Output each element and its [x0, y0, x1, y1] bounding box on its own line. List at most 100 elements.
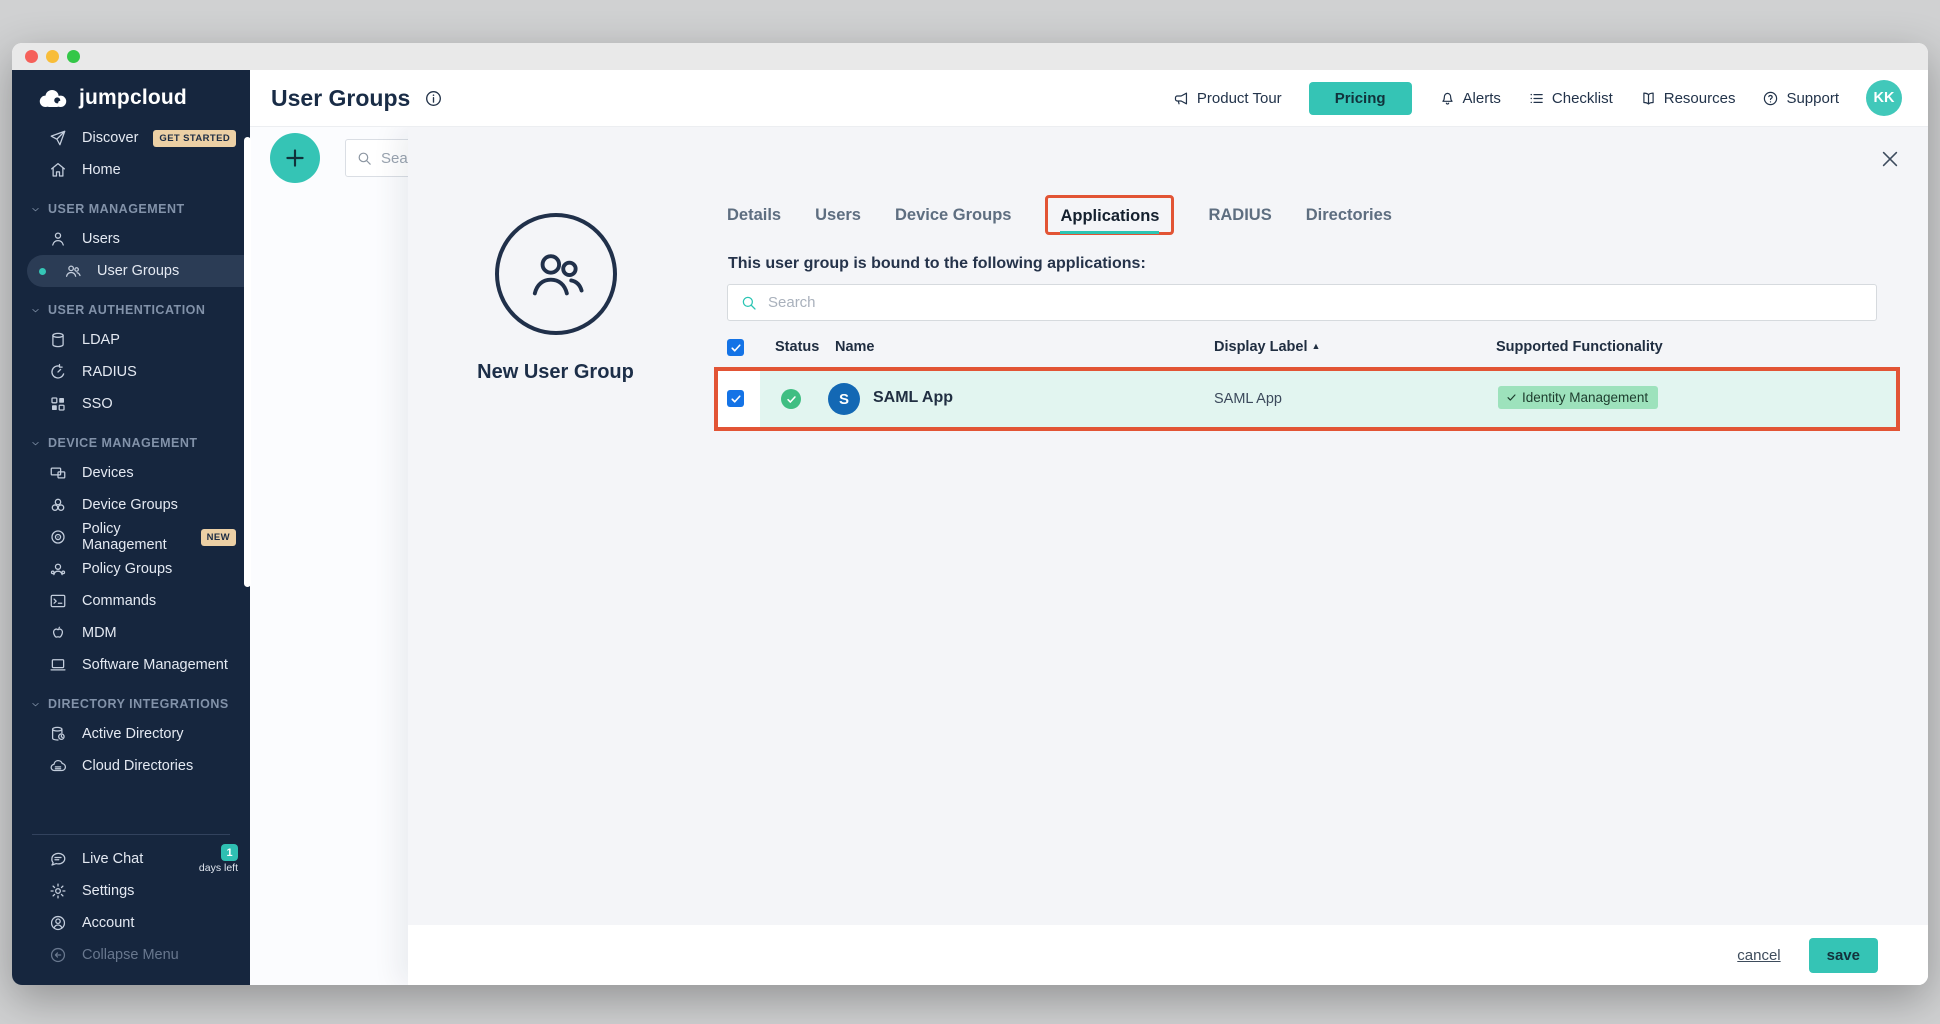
row-checkbox[interactable] — [727, 390, 744, 407]
applications-search-input[interactable] — [768, 294, 1864, 311]
check-icon — [730, 393, 742, 405]
sidebar-item-radius[interactable]: RADIUS — [12, 356, 250, 388]
checklist-button[interactable]: Checklist — [1528, 90, 1613, 107]
policy-groups-icon — [49, 560, 67, 578]
section-user-management[interactable]: USER MANAGEMENT — [12, 186, 250, 223]
sidebar-item-mdm[interactable]: MDM — [12, 617, 250, 649]
sidebar-item-label: Commands — [82, 593, 156, 609]
add-user-group-button[interactable] — [270, 133, 320, 183]
column-header-status[interactable]: Status — [775, 339, 819, 355]
sidebar-item-policy-management[interactable]: Policy Management NEW — [12, 521, 250, 553]
product-tour-button[interactable]: Product Tour — [1173, 90, 1282, 107]
close-icon[interactable] — [1879, 148, 1901, 170]
checklist-label: Checklist — [1552, 90, 1613, 107]
apple-icon — [49, 624, 67, 642]
sidebar-item-commands[interactable]: Commands — [12, 585, 250, 617]
page-title: User Groups — [271, 85, 410, 112]
terminal-icon — [49, 592, 67, 610]
group-identity: New User Group — [428, 213, 683, 384]
alerts-button[interactable]: Alerts — [1439, 90, 1501, 107]
minimize-window-button[interactable] — [46, 50, 59, 63]
device-groups-icon — [49, 496, 67, 514]
sidebar-item-ldap[interactable]: LDAP — [12, 324, 250, 356]
tab-radius[interactable]: RADIUS — [1208, 206, 1271, 225]
sidebar-item-account[interactable]: Account — [12, 907, 250, 939]
app-window: jumpcloud Discover GET STARTED Home US — [12, 43, 1928, 985]
jumpcloud-logo[interactable]: jumpcloud — [12, 70, 250, 122]
pricing-button[interactable]: Pricing — [1309, 82, 1412, 115]
alerts-label: Alerts — [1463, 90, 1501, 107]
section-user-authentication[interactable]: USER AUTHENTICATION — [12, 287, 250, 324]
tab-directories[interactable]: Directories — [1306, 206, 1392, 225]
sidebar-item-label: SSO — [82, 396, 113, 412]
close-window-button[interactable] — [25, 50, 38, 63]
column-header-name[interactable]: Name — [835, 339, 875, 355]
save-button[interactable]: save — [1809, 938, 1878, 973]
chevron-down-icon — [30, 699, 41, 710]
panel-footer: cancel save — [408, 925, 1928, 985]
sidebar-item-home[interactable]: Home — [12, 154, 250, 186]
column-header-supported-functionality[interactable]: Supported Functionality — [1496, 339, 1663, 355]
check-icon — [786, 394, 797, 405]
select-all-checkbox[interactable] — [727, 339, 744, 356]
application-row-saml-app[interactable]: S SAML App SAML App Identity Management — [714, 367, 1900, 431]
sidebar-item-label: Software Management — [82, 657, 228, 673]
user-avatar[interactable]: KK — [1866, 80, 1902, 116]
sidebar-item-users[interactable]: Users — [12, 223, 250, 255]
sidebar-item-cloud-directories[interactable]: Cloud Directories — [12, 750, 250, 782]
sidebar-item-label: Settings — [82, 883, 134, 899]
support-button[interactable]: Support — [1762, 90, 1839, 107]
book-icon — [1640, 90, 1657, 107]
cancel-button[interactable]: cancel — [1737, 947, 1780, 964]
tab-users[interactable]: Users — [815, 206, 861, 225]
resources-label: Resources — [1664, 90, 1736, 107]
sidebar-item-live-chat[interactable]: Live Chat 1 days left — [12, 843, 250, 875]
annotation-box-applications: Applications — [1045, 195, 1174, 235]
sidebar-item-sso[interactable]: SSO — [12, 388, 250, 420]
column-header-display-label[interactable]: Display Label▲ — [1214, 339, 1320, 355]
section-directory-integrations[interactable]: DIRECTORY INTEGRATIONS — [12, 681, 250, 718]
checklist-icon — [1528, 90, 1545, 107]
window-titlebar — [12, 43, 1928, 70]
cloud-directories-icon — [49, 757, 67, 775]
product-tour-label: Product Tour — [1197, 90, 1282, 107]
check-icon — [1506, 392, 1517, 403]
laptop-icon — [49, 656, 67, 674]
tab-details[interactable]: Details — [727, 206, 781, 225]
sidebar-item-settings[interactable]: Settings — [12, 875, 250, 907]
user-group-icon — [525, 243, 587, 305]
sidebar-item-policy-groups[interactable]: Policy Groups — [12, 553, 250, 585]
sidebar-item-label: MDM — [82, 625, 117, 641]
sidebar-item-device-groups[interactable]: Device Groups — [12, 489, 250, 521]
tab-device-groups[interactable]: Device Groups — [895, 206, 1011, 225]
sidebar-item-label: Device Groups — [82, 497, 178, 513]
days-left-label: days left — [199, 862, 238, 874]
header-actions: Product Tour Pricing Alerts Checklist — [1173, 80, 1902, 116]
sidebar-item-software-management[interactable]: Software Management — [12, 649, 250, 681]
tab-applications[interactable]: Applications — [1060, 207, 1159, 234]
group-name: New User Group — [428, 361, 683, 384]
page-scrollbar[interactable] — [244, 137, 251, 587]
sidebar-nav: Discover GET STARTED Home USER MANAGEMEN… — [12, 122, 250, 822]
section-label: USER AUTHENTICATION — [48, 303, 205, 317]
section-label: DIRECTORY INTEGRATIONS — [48, 697, 229, 711]
section-label: USER MANAGEMENT — [48, 202, 185, 216]
resources-button[interactable]: Resources — [1640, 90, 1736, 107]
sidebar-divider — [32, 834, 230, 835]
sidebar-item-label: Active Directory — [82, 726, 184, 742]
sidebar-item-discover[interactable]: Discover GET STARTED — [12, 122, 250, 154]
info-icon[interactable] — [424, 89, 443, 108]
app-name: SAML App — [873, 389, 953, 407]
sidebar-item-user-groups[interactable]: User Groups — [27, 255, 250, 287]
sidebar-item-label: Policy Groups — [82, 561, 172, 577]
trial-countdown: 1 days left — [199, 844, 238, 874]
sidebar-item-collapse-menu[interactable]: Collapse Menu — [12, 939, 250, 971]
target-icon — [49, 528, 67, 546]
user-group-detail-panel: New User Group Details Users Device Grou… — [408, 127, 1928, 985]
sidebar: jumpcloud Discover GET STARTED Home US — [12, 70, 250, 985]
zoom-window-button[interactable] — [67, 50, 80, 63]
sidebar-item-active-directory[interactable]: Active Directory — [12, 718, 250, 750]
radius-gauge-icon — [49, 363, 67, 381]
sidebar-item-devices[interactable]: Devices — [12, 457, 250, 489]
section-device-management[interactable]: DEVICE MANAGEMENT — [12, 420, 250, 457]
